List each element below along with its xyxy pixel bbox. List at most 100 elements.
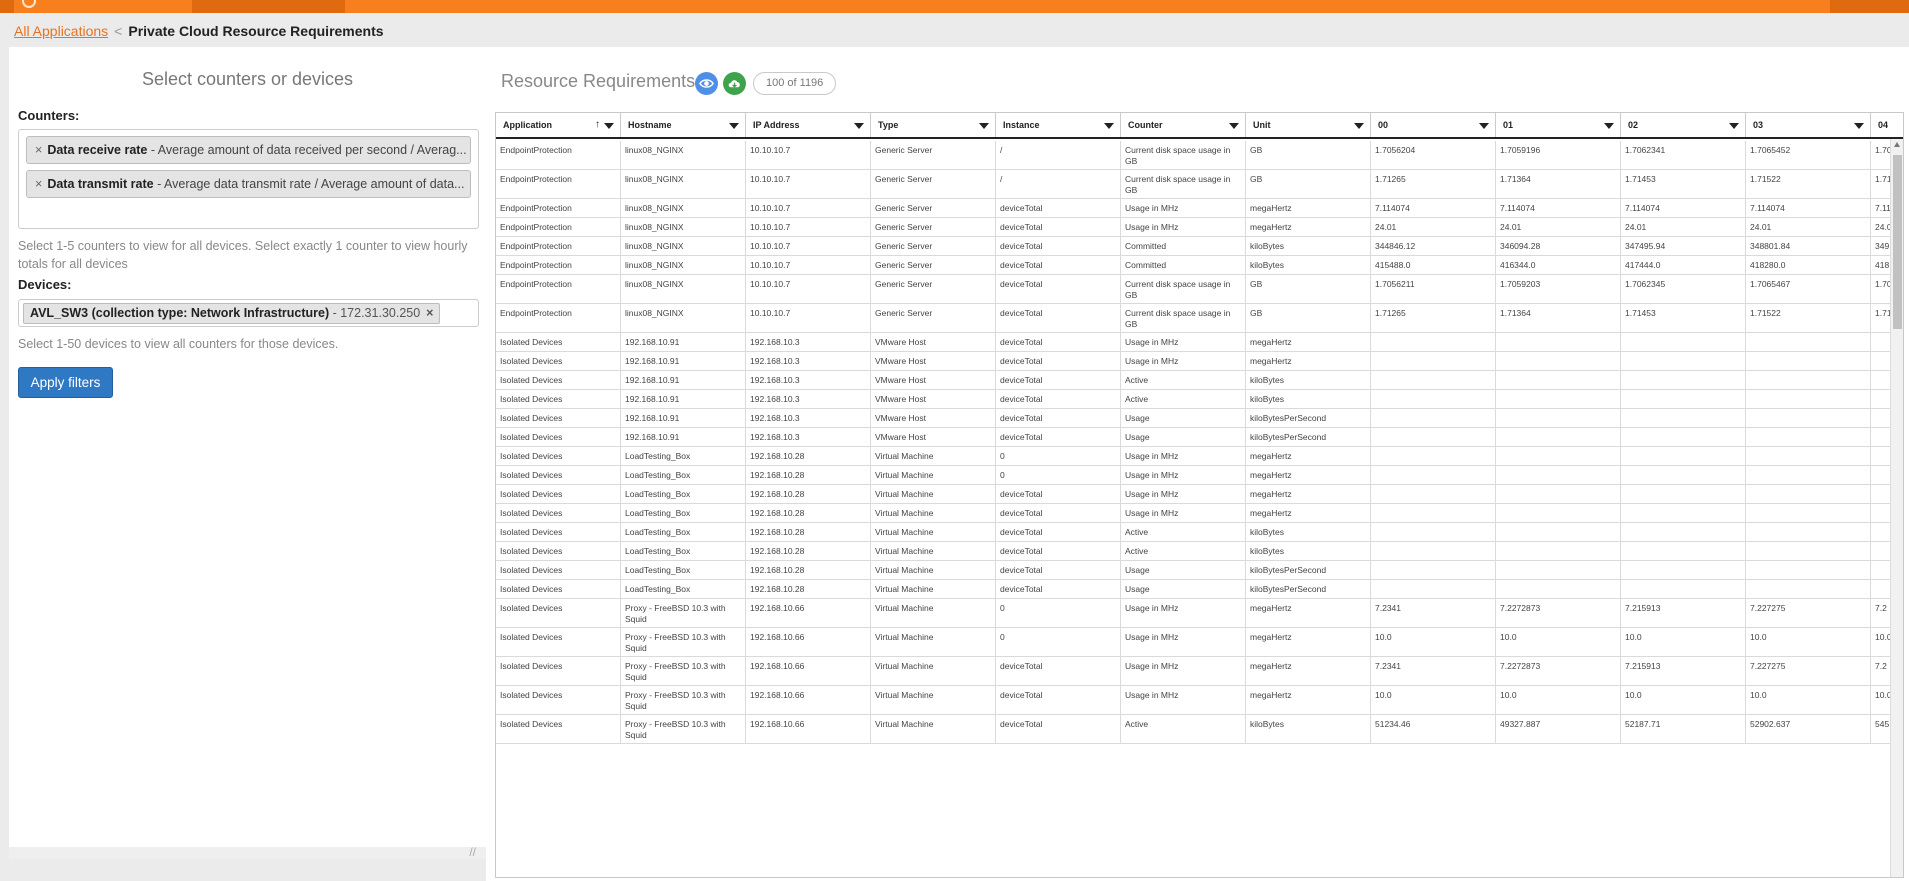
panel-resize-bar[interactable]: // (9, 845, 486, 859)
column-menu-icon[interactable] (729, 123, 739, 129)
table-row[interactable]: EndpointProtection linux08_NGINX 10.10.10.… (496, 141, 1903, 170)
table-row[interactable]: Isolated Devices Proxy - FreeBSD 10.3 wit… (496, 628, 1903, 657)
table-cell (1621, 542, 1746, 560)
column-menu-icon[interactable] (1229, 123, 1239, 129)
table-cell (1621, 333, 1746, 351)
table-cell: kiloBytes (1246, 390, 1371, 408)
table-cell: deviceTotal (996, 542, 1121, 560)
table-row[interactable]: Isolated Devices 192.168.10.91 192.168.10.… (496, 390, 1903, 409)
column-header[interactable]: 02 (1621, 113, 1746, 137)
table-row[interactable]: Isolated Devices LoadTesting_Box 192.168.1… (496, 523, 1903, 542)
header-tab-segment[interactable] (192, 0, 345, 13)
filter-panel: Select counters or devices Counters: × Da… (9, 47, 486, 859)
table-row[interactable]: EndpointProtection linux08_NGINX 10.10.10.… (496, 170, 1903, 199)
table-cell: deviceTotal (996, 428, 1121, 446)
table-cell: Usage in MHz (1121, 599, 1246, 627)
table-row[interactable]: Isolated Devices LoadTesting_Box 192.168.1… (496, 542, 1903, 561)
column-header[interactable]: Instance (996, 113, 1121, 137)
table-cell: 24.01 (1496, 218, 1621, 236)
cloud-download-icon[interactable] (723, 72, 746, 95)
column-menu-icon[interactable] (1479, 123, 1489, 129)
column-menu-icon[interactable] (1854, 123, 1864, 129)
table-row[interactable]: EndpointProtection linux08_NGINX 10.10.10.… (496, 275, 1903, 304)
column-header[interactable]: IP Address (746, 113, 871, 137)
eye-icon[interactable] (695, 72, 718, 95)
table-row[interactable]: Isolated Devices 192.168.10.91 192.168.10.… (496, 371, 1903, 390)
table-cell: 10.10.10.7 (746, 304, 871, 332)
table-row[interactable]: Isolated Devices LoadTesting_Box 192.168.1… (496, 485, 1903, 504)
table-cell: EndpointProtection (496, 256, 621, 274)
counter-chip-name: Data transmit rate (47, 177, 154, 191)
scroll-up-icon[interactable] (1894, 142, 1900, 147)
column-menu-icon[interactable] (979, 123, 989, 129)
resize-grip-icon[interactable]: // (469, 845, 476, 859)
devices-select[interactable]: AVL_SW3 (collection type: Network Infras… (18, 299, 479, 327)
table-cell: megaHertz (1246, 657, 1371, 685)
table-row[interactable]: EndpointProtection linux08_NGINX 10.10.10.… (496, 256, 1903, 275)
column-header[interactable]: Counter (1121, 113, 1246, 137)
column-menu-icon[interactable] (1604, 123, 1614, 129)
column-menu-icon[interactable] (1354, 123, 1364, 129)
logo-icon[interactable] (22, 0, 36, 8)
table-cell: Isolated Devices (496, 485, 621, 503)
remove-counter-icon[interactable]: × (35, 177, 42, 191)
table-cell: LoadTesting_Box (621, 485, 746, 503)
column-header[interactable]: 01 (1496, 113, 1621, 137)
table-cell: / (996, 170, 1121, 198)
table-row[interactable]: EndpointProtection linux08_NGINX 10.10.10.… (496, 218, 1903, 237)
table-row[interactable]: Isolated Devices Proxy - FreeBSD 10.3 wit… (496, 715, 1903, 744)
table-cell: 192.168.10.3 (746, 371, 871, 389)
table-row[interactable]: Isolated Devices 192.168.10.91 192.168.10.… (496, 428, 1903, 447)
column-header[interactable]: 00 (1371, 113, 1496, 137)
breadcrumb-all-applications-link[interactable]: All Applications (14, 23, 108, 39)
table-row[interactable]: Isolated Devices Proxy - FreeBSD 10.3 wit… (496, 686, 1903, 715)
table-cell: Virtual Machine (871, 561, 996, 579)
table-row[interactable]: Isolated Devices LoadTesting_Box 192.168.1… (496, 580, 1903, 599)
column-menu-icon[interactable] (854, 123, 864, 129)
table-cell: kiloBytesPerSecond (1246, 561, 1371, 579)
column-header[interactable]: 04 (1871, 113, 1903, 137)
header-right-segment[interactable] (1830, 0, 1909, 13)
column-header[interactable]: 03 (1746, 113, 1871, 137)
column-menu-icon[interactable] (1104, 123, 1114, 129)
table-cell: deviceTotal (996, 657, 1121, 685)
counters-select[interactable]: × Data receive rate - Average amount of d… (18, 129, 479, 229)
table-row[interactable]: Isolated Devices 192.168.10.91 192.168.10.… (496, 409, 1903, 428)
scrollbar-thumb[interactable] (1893, 155, 1902, 329)
table-cell: megaHertz (1246, 352, 1371, 370)
table-row[interactable]: Isolated Devices 192.168.10.91 192.168.10.… (496, 352, 1903, 371)
table-row[interactable]: Isolated Devices Proxy - FreeBSD 10.3 wit… (496, 599, 1903, 628)
table-cell (1621, 561, 1746, 579)
column-header[interactable]: Application ↑ (496, 113, 621, 137)
table-cell: VMware Host (871, 371, 996, 389)
table-row[interactable]: EndpointProtection linux08_NGINX 10.10.10.… (496, 199, 1903, 218)
apply-filters-button[interactable]: Apply filters (18, 367, 113, 398)
column-menu-icon[interactable] (1729, 123, 1739, 129)
column-header[interactable]: Hostname (621, 113, 746, 137)
sort-ascending-icon[interactable]: ↑ (595, 113, 600, 137)
table-cell: 7.2272873 (1496, 599, 1621, 627)
remove-counter-icon[interactable]: × (35, 143, 42, 157)
column-header[interactable]: Type (871, 113, 996, 137)
table-cell: Generic Server (871, 237, 996, 255)
table-row[interactable]: EndpointProtection linux08_NGINX 10.10.10.… (496, 304, 1903, 333)
table-row[interactable]: Isolated Devices 192.168.10.91 192.168.10.… (496, 333, 1903, 352)
table-row[interactable]: Isolated Devices LoadTesting_Box 192.168.1… (496, 447, 1903, 466)
table-cell (1746, 390, 1871, 408)
table-cell: Committed (1121, 256, 1246, 274)
table-row[interactable]: EndpointProtection linux08_NGINX 10.10.10.… (496, 237, 1903, 256)
device-chip: AVL_SW3 (collection type: Network Infras… (23, 303, 441, 324)
table-row[interactable]: Isolated Devices LoadTesting_Box 192.168.1… (496, 466, 1903, 485)
table-cell: Usage in MHz (1121, 466, 1246, 484)
column-header[interactable]: Unit (1246, 113, 1371, 137)
remove-device-icon[interactable]: × (426, 306, 433, 320)
table-cell (1496, 542, 1621, 560)
table-cell: VMware Host (871, 390, 996, 408)
column-menu-icon[interactable] (604, 123, 614, 129)
table-cell: Current disk space usage in GB (1121, 170, 1246, 198)
grid-vertical-scrollbar[interactable] (1890, 139, 1903, 877)
table-cell: Isolated Devices (496, 542, 621, 560)
table-row[interactable]: Isolated Devices LoadTesting_Box 192.168.1… (496, 561, 1903, 580)
table-row[interactable]: Isolated Devices Proxy - FreeBSD 10.3 wit… (496, 657, 1903, 686)
table-row[interactable]: Isolated Devices LoadTesting_Box 192.168.1… (496, 504, 1903, 523)
